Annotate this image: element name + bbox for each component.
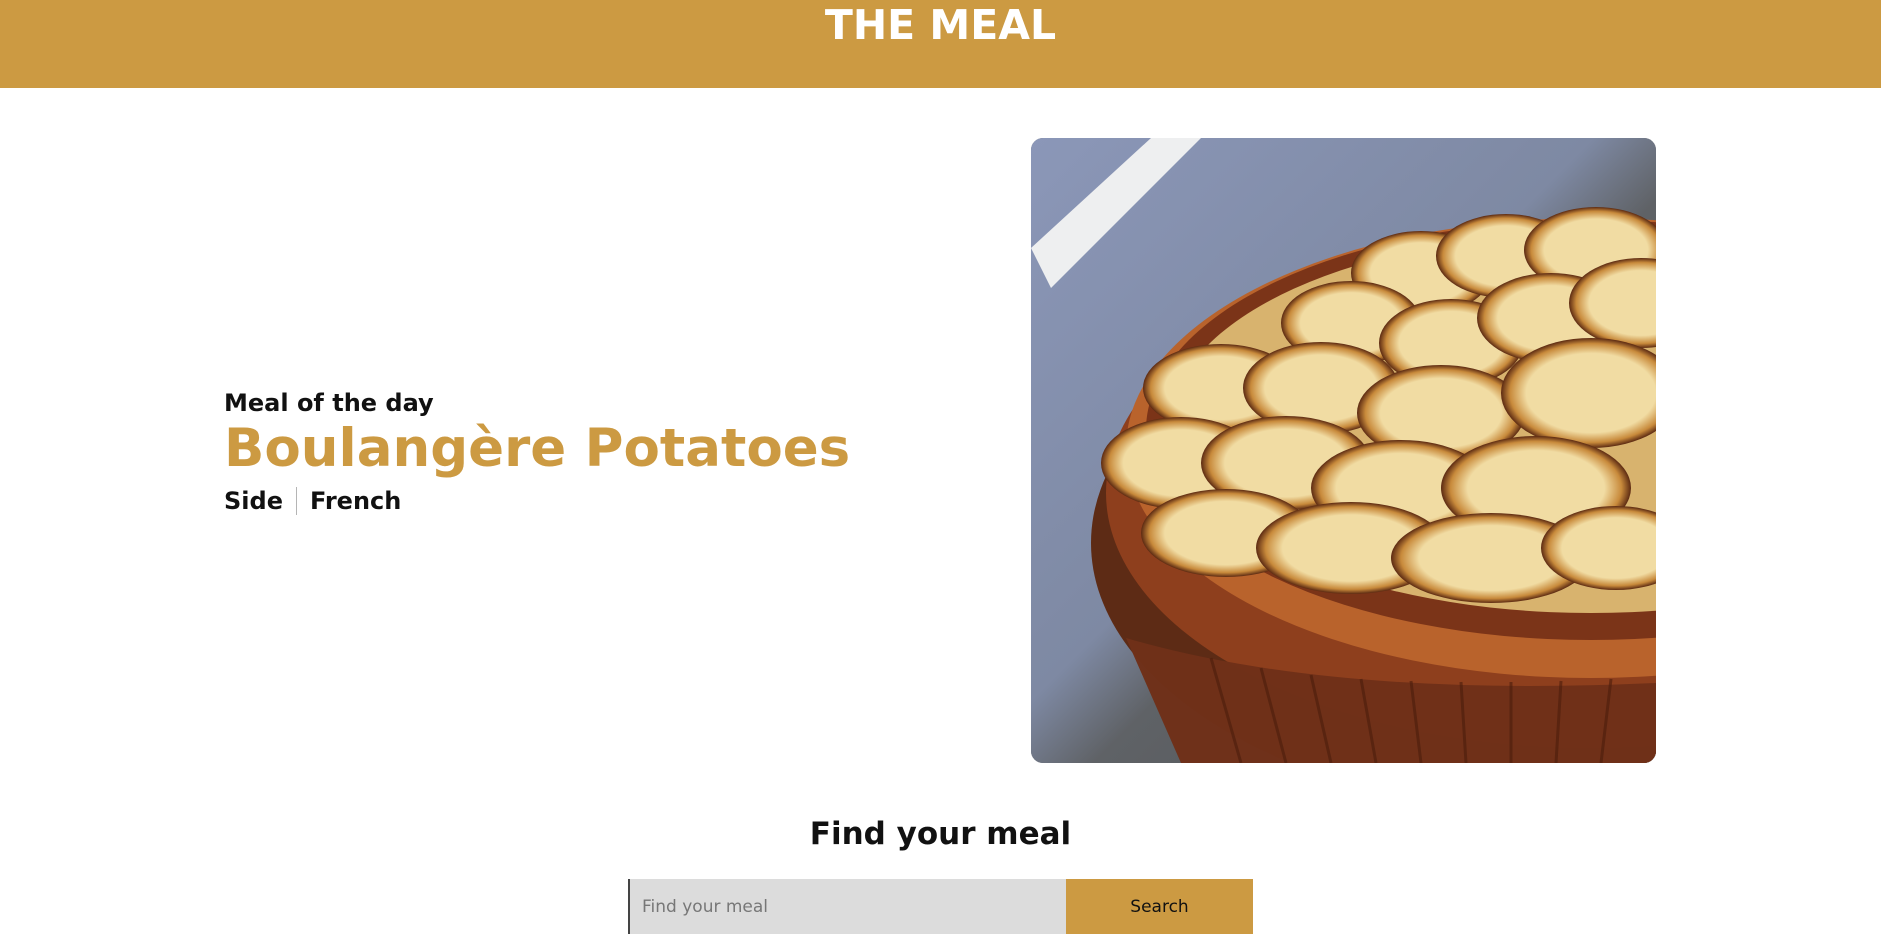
search-input[interactable] — [628, 879, 1066, 934]
meal-name[interactable]: Boulangère Potatoes — [224, 418, 850, 480]
meal-of-the-day-info: Meal of the day Boulangère Potatoes Side… — [224, 388, 850, 516]
search-button[interactable]: Search — [1066, 879, 1253, 934]
tag-divider — [295, 487, 297, 515]
meal-category: Side — [224, 487, 283, 515]
find-meal-heading: Find your meal — [809, 816, 1072, 852]
meal-of-the-day-label: Meal of the day — [224, 389, 434, 417]
site-title: THE MEAL — [824, 1, 1057, 49]
meal-tags: Side French — [224, 486, 850, 516]
search-form: Search — [628, 879, 1253, 934]
potato-gratin-icon — [1031, 138, 1656, 763]
meal-image[interactable] — [1031, 138, 1656, 763]
meal-area: French — [309, 487, 402, 515]
site-header: THE MEAL — [0, 0, 1881, 88]
